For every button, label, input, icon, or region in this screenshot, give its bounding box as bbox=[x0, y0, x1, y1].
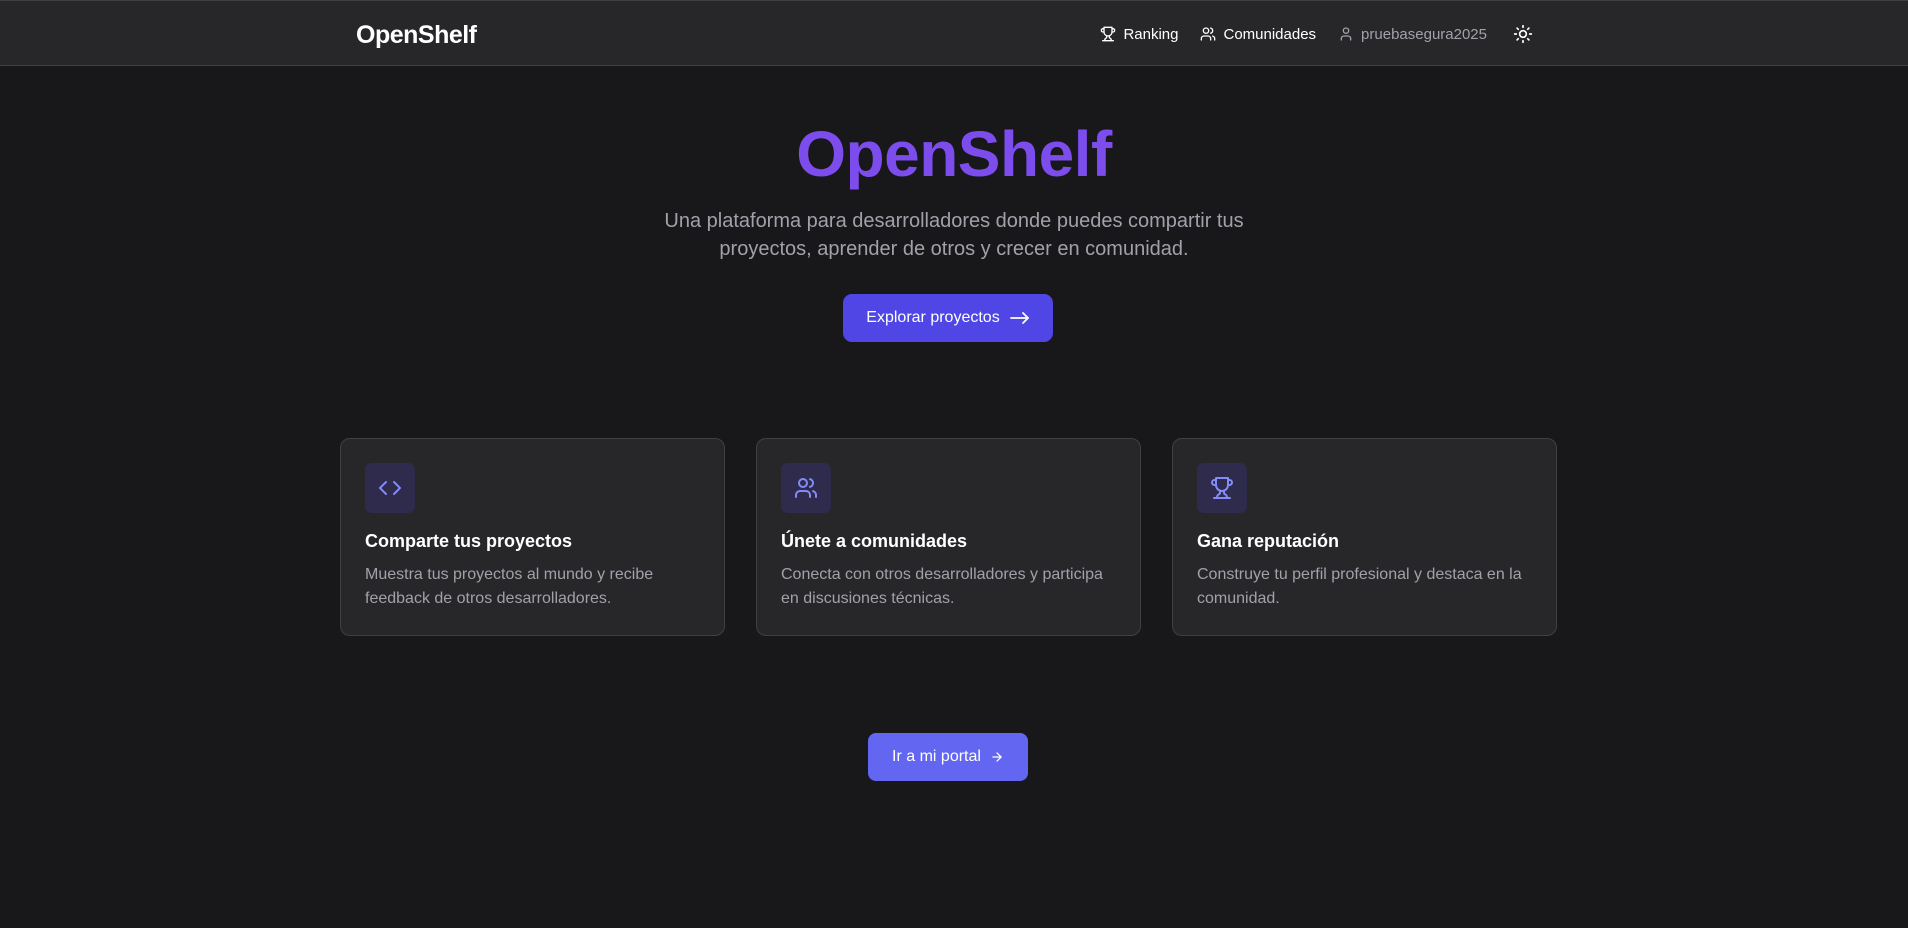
feature-card-reputation: Gana reputación Construye tu perfil prof… bbox=[1172, 438, 1557, 636]
explore-projects-button[interactable]: Explorar proyectos bbox=[843, 294, 1053, 342]
trophy-icon bbox=[1211, 477, 1233, 499]
users-icon bbox=[795, 478, 817, 498]
go-to-portal-label: Ir a mi portal bbox=[892, 748, 981, 765]
go-to-portal-button[interactable]: Ir a mi portal bbox=[868, 733, 1028, 781]
nav-link-communities[interactable]: Comunidades bbox=[1200, 26, 1316, 43]
feature-title: Comparte tus proyectos bbox=[365, 531, 573, 551]
feature-card-share: Comparte tus proyectos Muestra tus proye… bbox=[340, 438, 725, 636]
feature-icon-box bbox=[365, 463, 415, 513]
brand-logo[interactable]: OpenShelf bbox=[356, 21, 477, 50]
hero-subtitle: Una plataforma para desarrolladores dond… bbox=[664, 210, 1244, 260]
feature-card-communities: Únete a comunidades Conecta con otros de… bbox=[756, 438, 1141, 636]
theme-toggle-button[interactable] bbox=[1513, 24, 1533, 44]
nav-username: pruebasegura2025 bbox=[1361, 25, 1487, 43]
explore-projects-label: Explorar proyectos bbox=[866, 309, 1000, 326]
arrow-right-icon bbox=[992, 752, 1002, 762]
hero-title: OpenShelf bbox=[796, 118, 1112, 190]
feature-title: Únete a comunidades bbox=[781, 531, 968, 551]
nav-menu: Ranking Comunidades pruebasegura2025 bbox=[1100, 1, 1533, 67]
feature-icon-box bbox=[1197, 463, 1247, 513]
user-icon bbox=[1340, 27, 1352, 41]
nav-user-profile[interactable]: pruebasegura2025 bbox=[1338, 26, 1487, 43]
nav-ranking-label: Ranking bbox=[1123, 25, 1179, 43]
feature-description: Construye tu perfil profesional y destac… bbox=[1197, 566, 1522, 607]
code-icon bbox=[379, 481, 401, 495]
feature-title: Gana reputación bbox=[1197, 531, 1340, 551]
sun-icon bbox=[1513, 24, 1533, 44]
long-arrow-right-icon bbox=[1009, 312, 1029, 324]
feature-description: Conecta con otros desarrolladores y part… bbox=[781, 566, 1103, 607]
feature-description: Muestra tus proyectos al mundo y recibe … bbox=[365, 566, 654, 607]
nav-link-ranking[interactable]: Ranking bbox=[1100, 26, 1178, 43]
top-navbar: OpenShelf Ranking Comunidades pruebasegu… bbox=[0, 0, 1908, 66]
nav-communities-label: Comunidades bbox=[1223, 25, 1317, 43]
trophy-icon bbox=[1101, 26, 1116, 42]
feature-icon-box bbox=[781, 463, 831, 513]
users-icon bbox=[1201, 27, 1216, 41]
